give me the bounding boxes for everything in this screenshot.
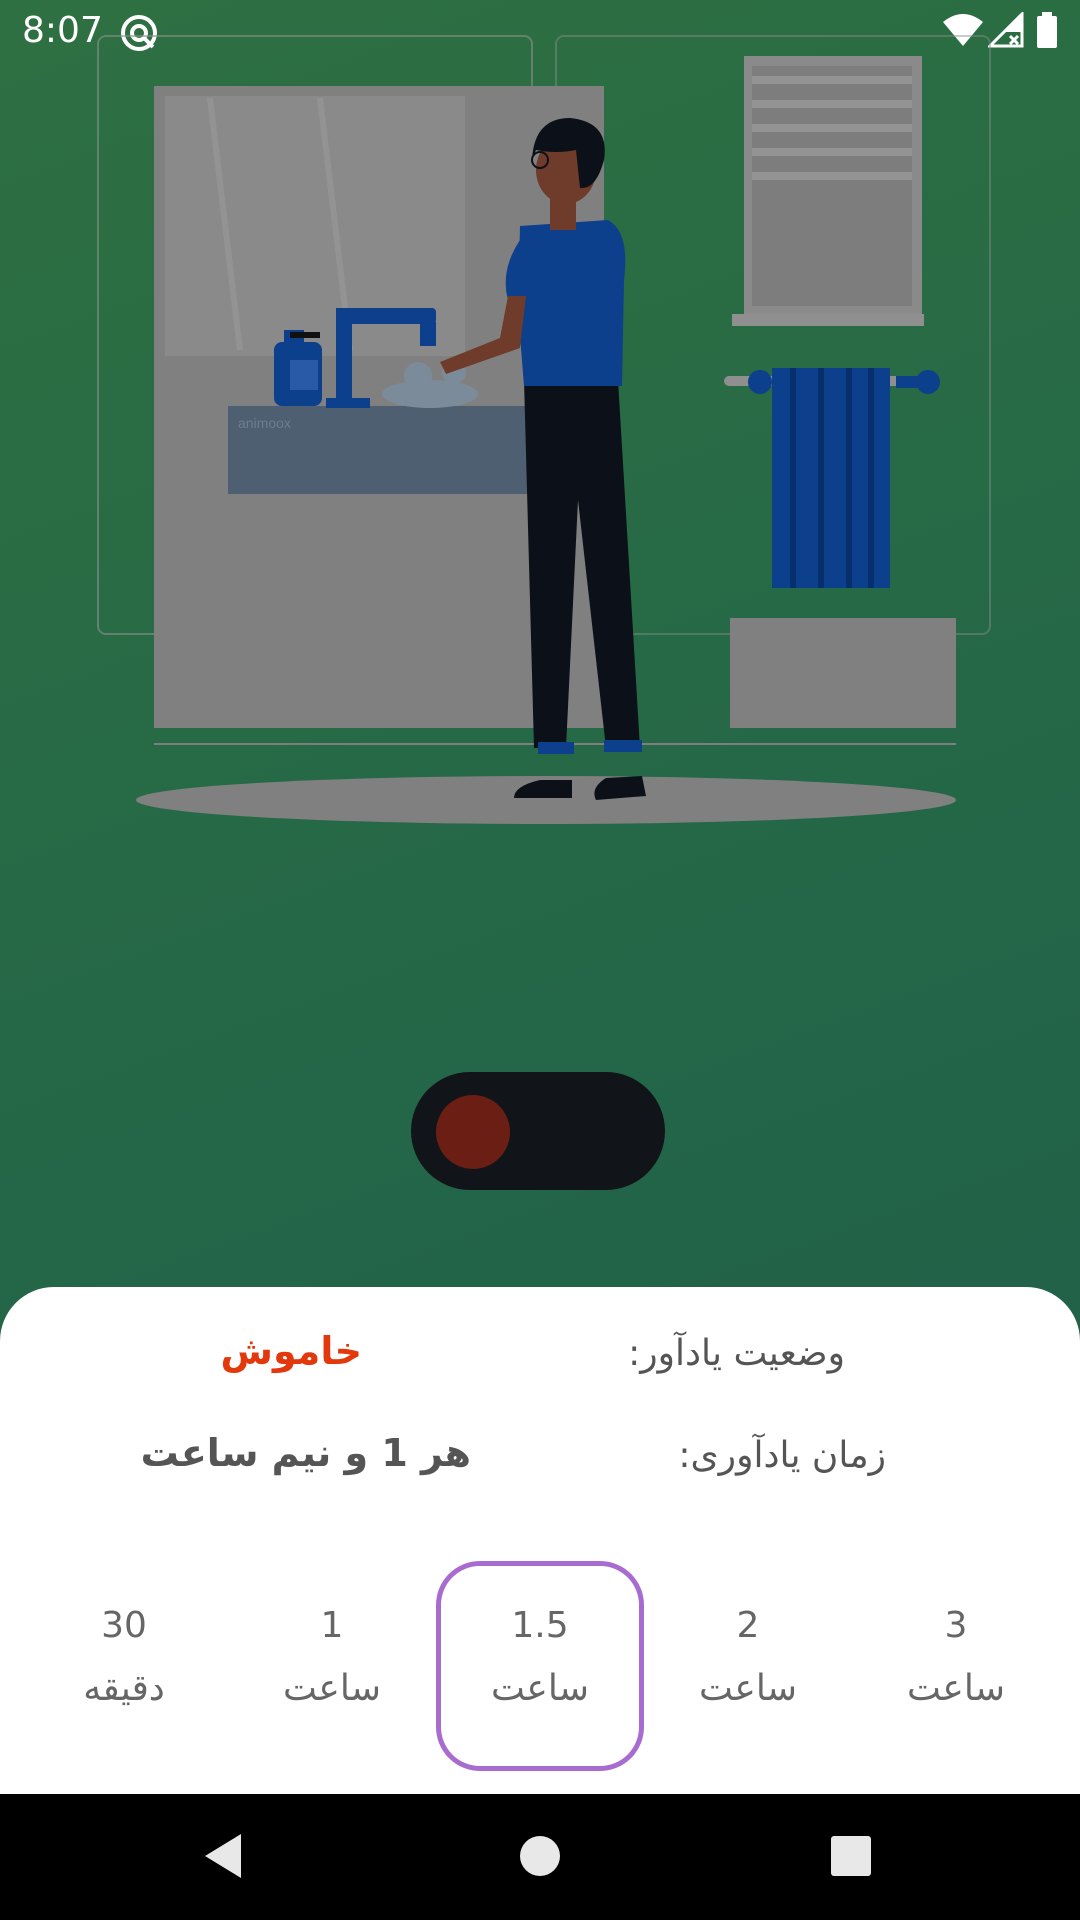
- navigation-bar: [0, 1794, 1080, 1920]
- recents-icon[interactable]: [831, 1836, 871, 1876]
- interval-option-unit: دقیقه: [83, 1668, 165, 1709]
- interval-option-1-hour[interactable]: 1 ساعت: [228, 1561, 436, 1771]
- interval-option-unit: ساعت: [491, 1668, 589, 1709]
- watermark-text: animoox: [238, 415, 291, 431]
- interval-option-30-min[interactable]: 30 دقیقه: [20, 1561, 228, 1771]
- interval-option-value: 1.5: [511, 1605, 569, 1646]
- interval-option-value: 3: [944, 1605, 968, 1646]
- hand-washing-illustration: animoox: [97, 35, 991, 824]
- back-icon[interactable]: [203, 1832, 243, 1884]
- reminder-status-value: خاموش: [220, 1329, 362, 1373]
- interval-options: 30 دقیقه 1 ساعت 1.5 ساعت 2 ساعت 3 ساعت: [20, 1561, 1060, 1771]
- interval-option-unit: ساعت: [283, 1668, 381, 1709]
- reminder-status-label: وضعیت یادآور:: [628, 1333, 845, 1374]
- interval-option-unit: ساعت: [699, 1668, 797, 1709]
- reminder-time-value: هر 1 و نیم ساعت: [140, 1431, 471, 1475]
- reminder-time-label: زمان یادآوری:: [678, 1435, 886, 1476]
- interval-option-unit: ساعت: [907, 1668, 1005, 1709]
- toggle-knob: [436, 1095, 510, 1169]
- reminder-settings-sheet: وضعیت یادآور: خاموش زمان یادآوری: هر 1 و…: [0, 1287, 1080, 1794]
- interval-option-2-hours[interactable]: 2 ساعت: [644, 1561, 852, 1771]
- interval-option-3-hours[interactable]: 3 ساعت: [852, 1561, 1060, 1771]
- interval-option-value: 2: [736, 1605, 760, 1646]
- interval-option-value: 1: [320, 1605, 344, 1646]
- screen: 8:07 animoox وضعیت یادآور: خاموش زمان یا…: [0, 0, 1080, 1920]
- home-icon[interactable]: [520, 1836, 560, 1876]
- reminder-toggle[interactable]: [411, 1072, 665, 1190]
- interval-option-value: 30: [101, 1605, 147, 1646]
- interval-option-1-5-hours[interactable]: 1.5 ساعت: [436, 1561, 644, 1771]
